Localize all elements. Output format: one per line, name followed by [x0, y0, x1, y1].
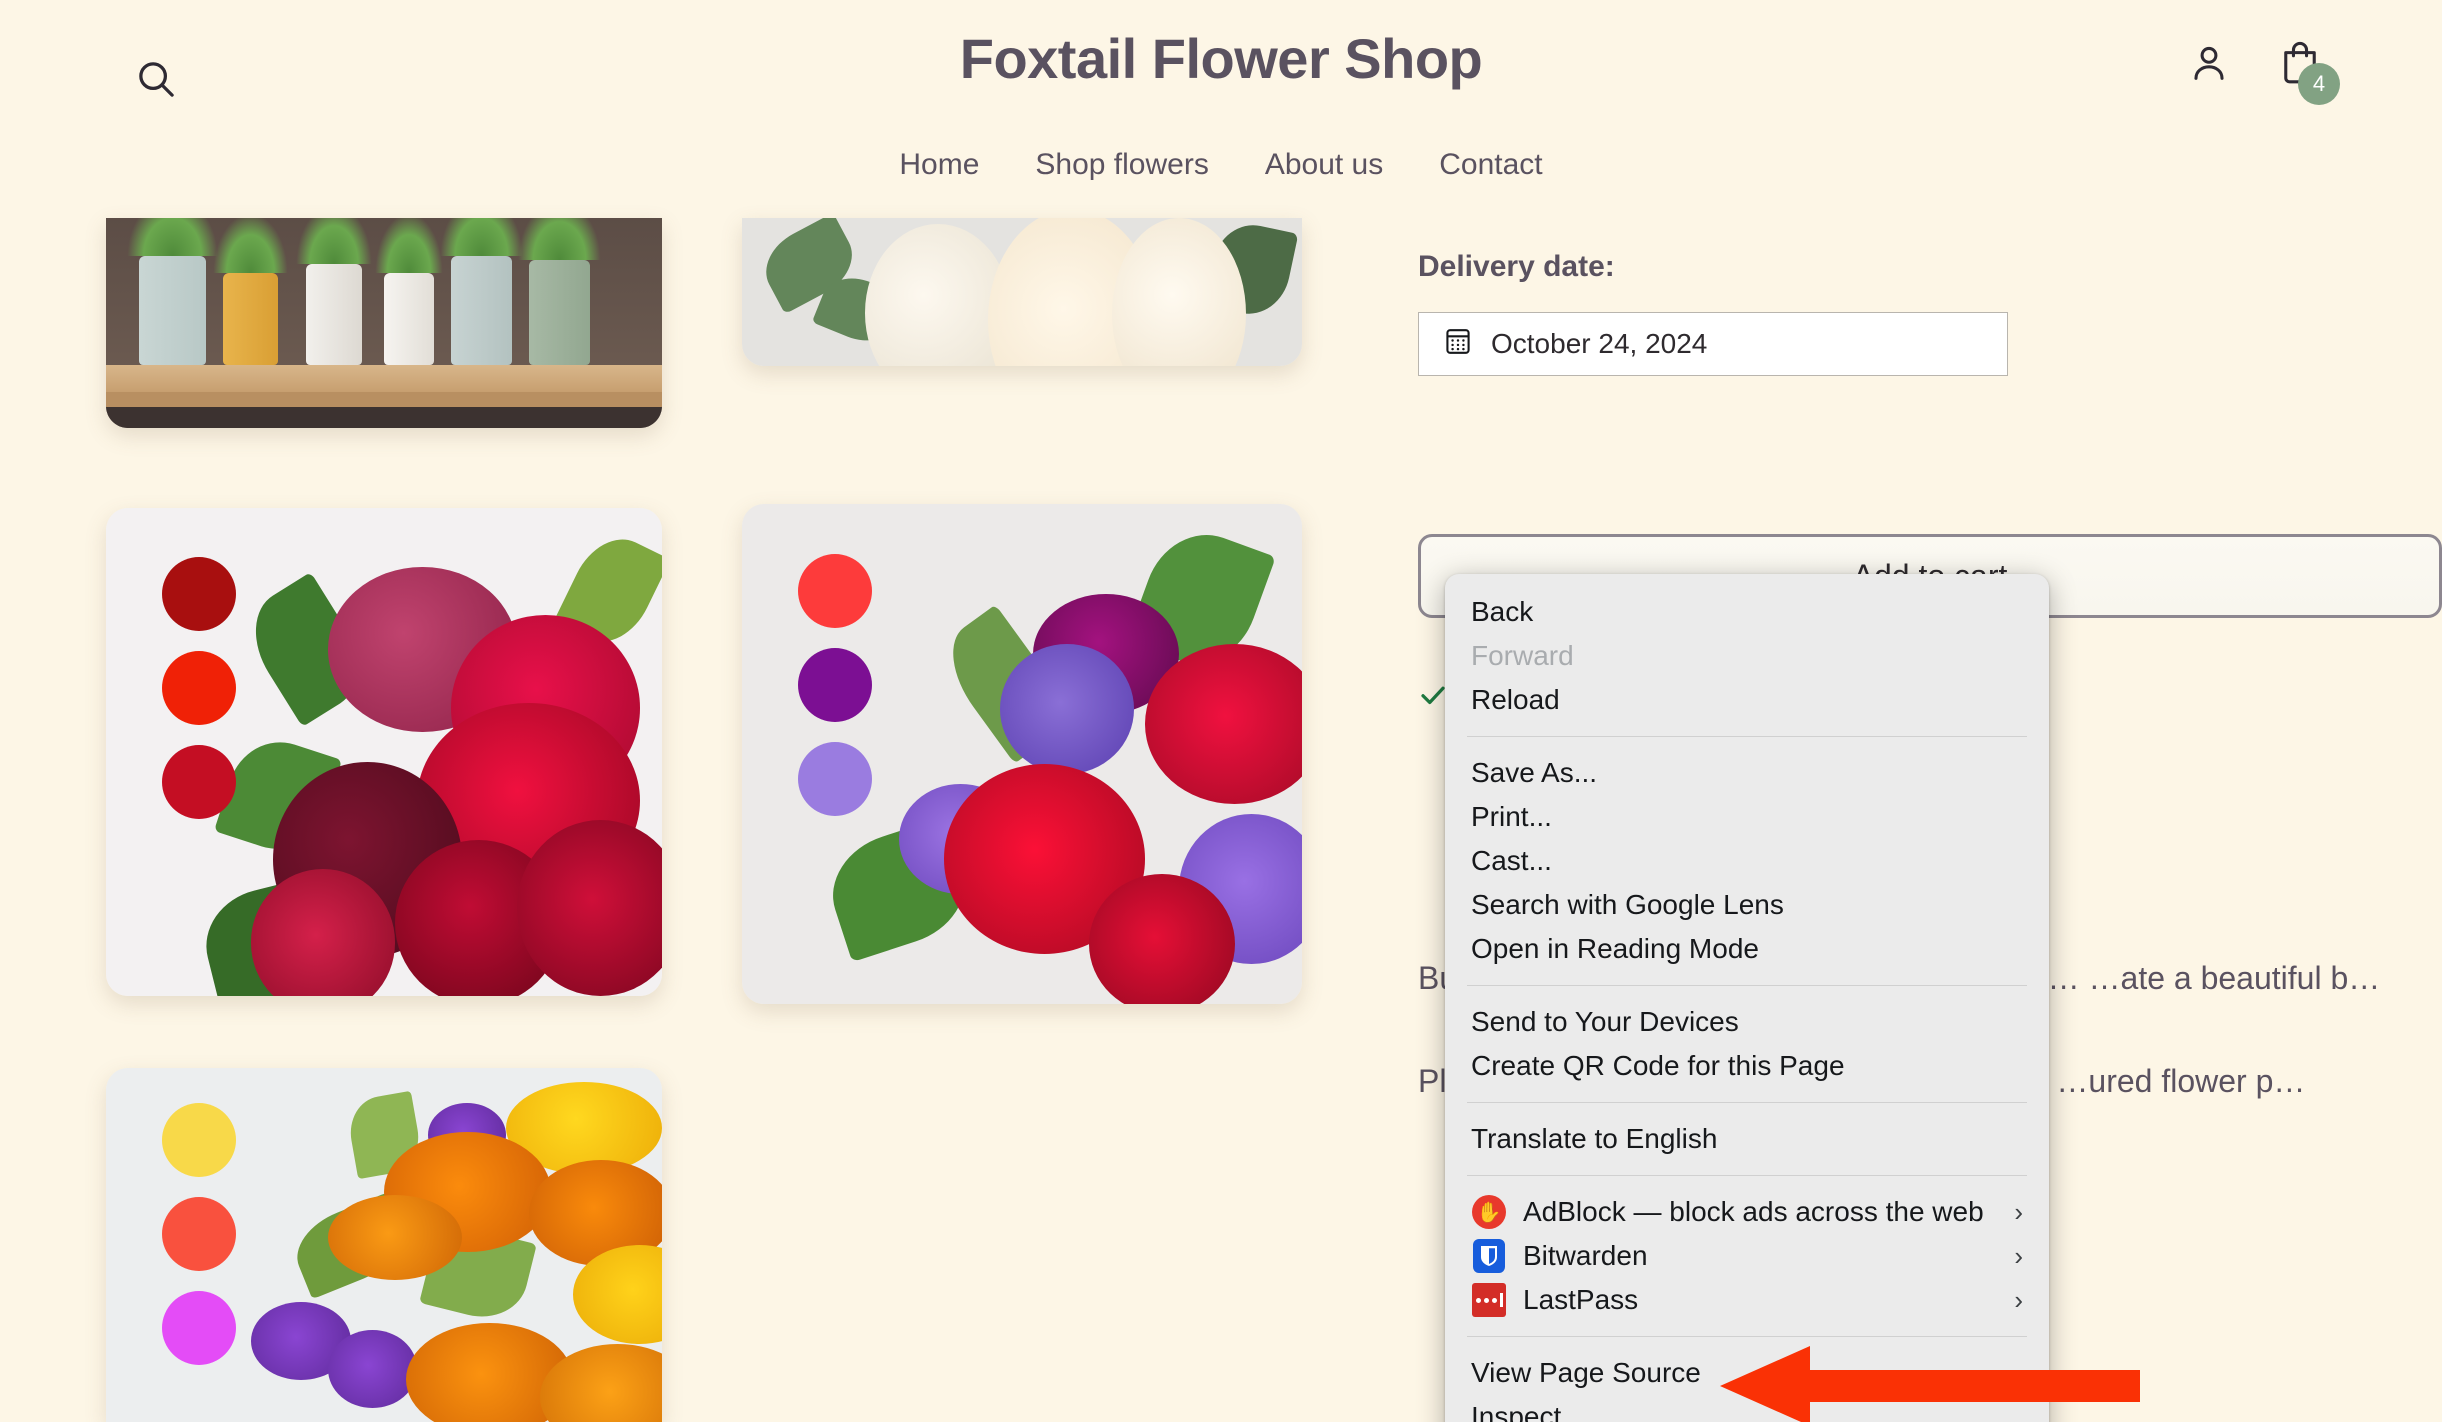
context-menu-item-forward: Forward	[1471, 640, 1574, 671]
delivery-date-label: Delivery date:	[1418, 250, 1615, 283]
context-menu-item-search-google-lens[interactable]: Search with Google Lens	[1445, 883, 2049, 927]
context-menu-item-lastpass[interactable]: LastPass ›	[1445, 1278, 2049, 1322]
context-menu-separator	[1467, 1102, 2027, 1103]
context-menu-item-reload[interactable]: Reload	[1445, 678, 2049, 722]
context-menu-item-send-to-your-devices[interactable]: Send to Your Devices	[1445, 1000, 2049, 1044]
page-title: Foxtail Flower Shop	[959, 27, 1483, 90]
site-header: Foxtail Flower Shop 4 Home Shop flowers …	[0, 0, 2442, 220]
color-swatch[interactable]	[161, 1103, 236, 1178]
context-menu-item-bitwarden[interactable]: Bitwarden ›	[1445, 1234, 2049, 1278]
main-navigation: Home Shop flowers About us Contact	[0, 148, 2442, 182]
calendar-icon	[1443, 325, 1473, 364]
context-menu-separator	[1467, 1175, 2027, 1176]
nav-item-contact[interactable]: Contact	[1439, 148, 1542, 182]
context-menu-item-adblock[interactable]: ✋ AdBlock — block ads across the web ›	[1445, 1190, 2049, 1234]
product-gallery	[0, 218, 1400, 1422]
color-swatch[interactable]	[798, 648, 872, 722]
check-icon	[1418, 680, 1448, 717]
header-icon-group: 4	[2186, 38, 2340, 105]
delivery-date-input[interactable]: October 24, 2024	[1418, 312, 2008, 376]
context-menu-item-back[interactable]: Back	[1445, 590, 2049, 634]
product-options-panel: Delivery date: October 24, 2024 Add to c…	[1418, 250, 2442, 705]
cream-roses-photo	[742, 218, 1302, 366]
context-menu-item-save-as[interactable]: Save As...	[1445, 751, 2049, 795]
cart-button[interactable]: 4	[2276, 38, 2340, 105]
gallery-thumbnail-vases[interactable]	[106, 218, 662, 428]
browser-context-menu: Back Forward Reload Save As... Print... …	[1445, 574, 2049, 1422]
color-swatch[interactable]	[161, 650, 236, 725]
gallery-thumbnail-yellow-orange-bouquet[interactable]	[106, 1068, 662, 1422]
context-menu-item-translate-to-english[interactable]: Translate to English	[1445, 1117, 2049, 1161]
color-swatch[interactable]	[161, 556, 236, 631]
vases-on-shelf-photo	[106, 218, 662, 428]
nav-item-about-us[interactable]: About us	[1265, 148, 1383, 182]
nav-item-shop-flowers[interactable]: Shop flowers	[1035, 148, 1208, 182]
color-swatch[interactable]	[798, 554, 872, 628]
chevron-right-icon: ›	[2014, 1196, 2023, 1227]
gallery-thumbnail-red-purple-bouquet[interactable]	[742, 504, 1302, 1004]
color-swatch-group-warm	[161, 1103, 236, 1366]
chevron-right-icon: ›	[2014, 1240, 2023, 1271]
context-menu-item-open-reading-mode[interactable]: Open in Reading Mode	[1445, 927, 2049, 971]
context-menu-item-print[interactable]: Print...	[1445, 795, 2049, 839]
color-swatch-group-red	[161, 556, 236, 819]
left-pointing-arrow-annotation	[1720, 1346, 2140, 1422]
adblock-icon: ✋	[1471, 1194, 1507, 1230]
color-swatch[interactable]	[161, 744, 236, 819]
chevron-right-icon: ›	[2014, 1284, 2023, 1315]
color-swatch[interactable]	[798, 742, 872, 816]
nav-item-home[interactable]: Home	[899, 148, 979, 182]
context-menu-separator	[1467, 1336, 2027, 1337]
bitwarden-icon	[1471, 1238, 1507, 1274]
gallery-thumbnail-red-bouquet[interactable]	[106, 508, 662, 996]
lastpass-icon	[1471, 1282, 1507, 1318]
color-swatch[interactable]	[161, 1197, 236, 1272]
context-menu-separator	[1467, 736, 2027, 737]
account-button[interactable]	[2186, 40, 2232, 89]
context-menu-item-cast[interactable]: Cast...	[1445, 839, 2049, 883]
user-account-icon	[2186, 40, 2232, 89]
cart-count-badge: 4	[2298, 63, 2340, 105]
context-menu-item-create-qr-code[interactable]: Create QR Code for this Page	[1445, 1044, 2049, 1088]
context-menu-separator	[1467, 985, 2027, 986]
delivery-date-value: October 24, 2024	[1491, 328, 1708, 359]
availability-confirmation	[1418, 680, 1448, 717]
color-swatch[interactable]	[161, 1291, 236, 1366]
color-swatch-group-red-purple	[798, 554, 872, 816]
gallery-thumbnail-cream-roses[interactable]	[742, 218, 1302, 366]
